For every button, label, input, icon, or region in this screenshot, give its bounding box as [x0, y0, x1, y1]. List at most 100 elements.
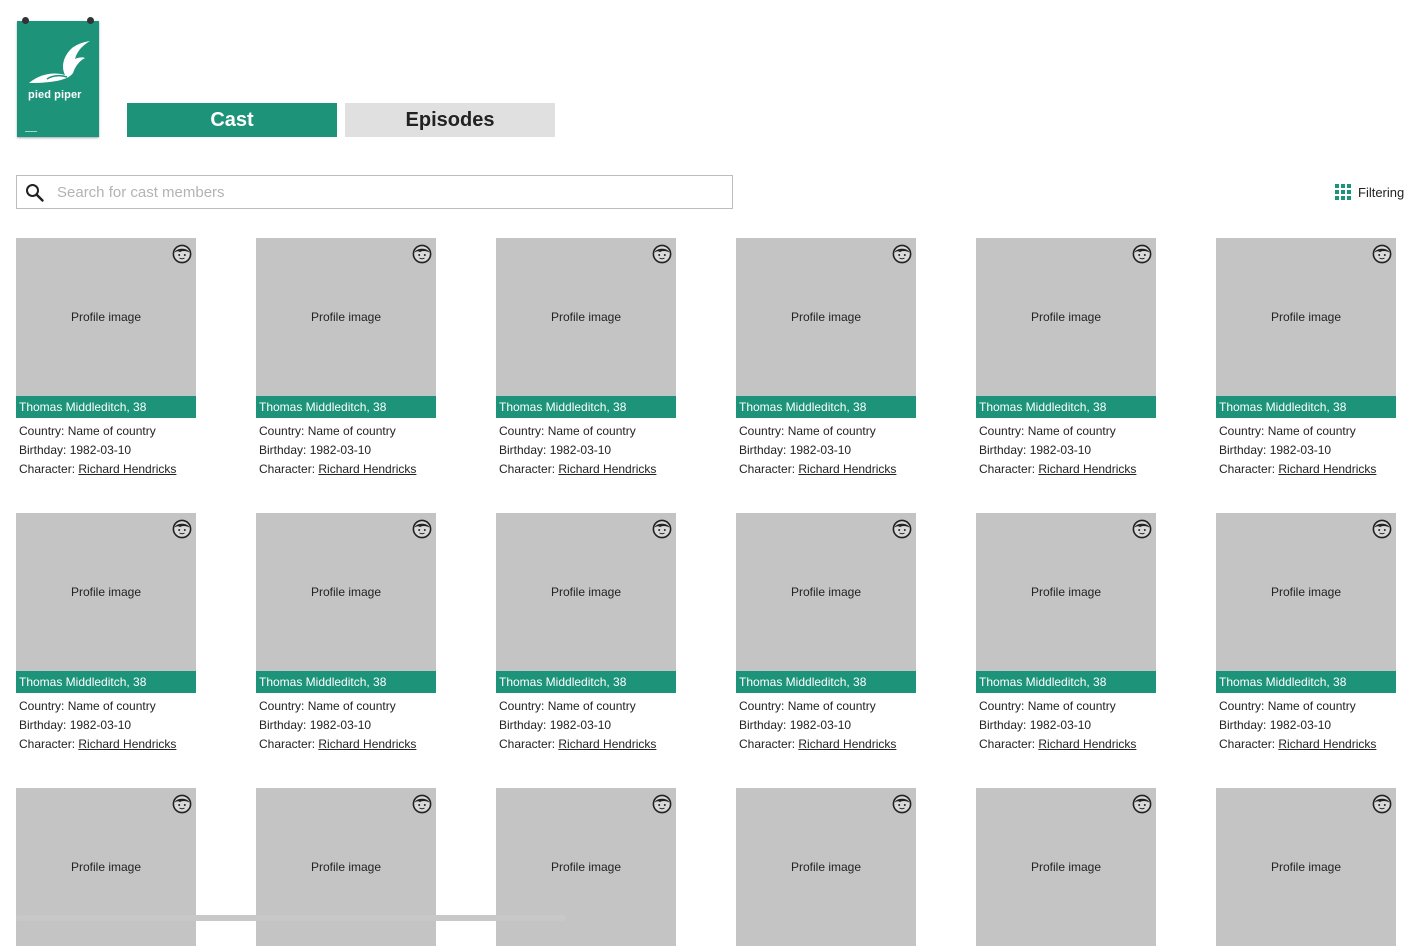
country-label: Country:: [499, 424, 548, 438]
character-link[interactable]: Richard Hendricks: [318, 462, 416, 476]
profile-image: Profile image: [736, 513, 916, 671]
character-label: Character:: [499, 462, 559, 476]
birthday-label: Birthday:: [739, 718, 790, 732]
cast-name: Thomas Middleditch, 38: [256, 396, 436, 418]
search-bar: [16, 175, 733, 209]
character-line: Character: Richard Hendricks: [979, 460, 1136, 479]
country-line: Country: Name of country: [259, 422, 416, 441]
profile-image-label: Profile image: [310, 860, 382, 874]
profile-image-label: Profile image: [1030, 310, 1102, 324]
character-label: Character:: [19, 462, 79, 476]
profile-image: Profile image: [16, 788, 196, 946]
character-link[interactable]: Richard Hendricks: [1278, 462, 1376, 476]
character-line: Character: Richard Hendricks: [19, 735, 176, 754]
profile-image-label: Profile image: [310, 310, 382, 324]
character-line: Character: Richard Hendricks: [1219, 460, 1376, 479]
character-line: Character: Richard Hendricks: [1219, 735, 1376, 754]
country-value: Name of country: [1267, 424, 1356, 438]
cast-info: Country: Name of country Birthday: 1982-0…: [259, 697, 416, 754]
face-icon: [172, 519, 192, 539]
country-line: Country: Name of country: [19, 422, 176, 441]
birthday-label: Birthday:: [1219, 718, 1270, 732]
country-line: Country: Name of country: [739, 422, 896, 441]
character-line: Character: Richard Hendricks: [739, 735, 896, 754]
character-link[interactable]: Richard Hendricks: [318, 737, 416, 751]
cast-info: Country: Name of country Birthday: 1982-0…: [259, 422, 416, 479]
tab-episodes[interactable]: Episodes: [345, 103, 555, 137]
cast-info: Country: Name of country Birthday: 1982-0…: [19, 422, 176, 479]
profile-image-label: Profile image: [790, 310, 862, 324]
profile-image-label: Profile image: [790, 585, 862, 599]
profile-image: Profile image: [496, 238, 676, 396]
country-label: Country:: [259, 424, 308, 438]
birthday-label: Birthday:: [19, 718, 70, 732]
cast-name: Thomas Middleditch, 38: [736, 671, 916, 693]
country-label: Country:: [19, 424, 68, 438]
birthday-value: 1982-03-10: [789, 718, 852, 732]
birthday-line: Birthday: 1982-03-10: [259, 441, 416, 460]
character-link[interactable]: Richard Hendricks: [78, 462, 176, 476]
character-label: Character:: [979, 737, 1039, 751]
face-icon: [1132, 794, 1152, 814]
character-label: Character:: [739, 462, 799, 476]
profile-image-label: Profile image: [70, 310, 142, 324]
face-icon: [412, 794, 432, 814]
character-label: Character:: [259, 737, 319, 751]
character-link[interactable]: Richard Hendricks: [1038, 737, 1136, 751]
profile-image: Profile image: [496, 788, 676, 946]
cast-info: Country: Name of country Birthday: 1982-0…: [979, 422, 1136, 479]
profile-image-label: Profile image: [550, 585, 622, 599]
country-label: Country:: [739, 424, 788, 438]
birthday-value: 1982-03-10: [1269, 443, 1332, 457]
country-line: Country: Name of country: [739, 697, 896, 716]
face-icon: [652, 794, 672, 814]
face-icon: [892, 794, 912, 814]
country-label: Country:: [499, 699, 548, 713]
search-input[interactable]: [57, 176, 717, 208]
cast-name: Thomas Middleditch, 38: [256, 671, 436, 693]
country-line: Country: Name of country: [499, 422, 656, 441]
birthday-value: 1982-03-10: [1029, 718, 1092, 732]
cast-info: Country: Name of country Birthday: 1982-0…: [1219, 422, 1376, 479]
filter-button[interactable]: Filtering: [1335, 183, 1404, 201]
cast-info: Country: Name of country Birthday: 1982-0…: [979, 697, 1136, 754]
profile-image-label: Profile image: [1270, 585, 1342, 599]
horizontal-scrollbar[interactable]: [16, 915, 566, 921]
tab-cast[interactable]: Cast: [127, 103, 337, 137]
country-line: Country: Name of country: [979, 697, 1136, 716]
country-label: Country:: [979, 699, 1028, 713]
birthday-label: Birthday:: [979, 443, 1030, 457]
profile-image: Profile image: [1216, 238, 1396, 396]
profile-image: Profile image: [736, 238, 916, 396]
face-icon: [1372, 244, 1392, 264]
character-link[interactable]: Richard Hendricks: [798, 462, 896, 476]
country-line: Country: Name of country: [19, 697, 176, 716]
character-link[interactable]: Richard Hendricks: [558, 462, 656, 476]
profile-image: Profile image: [976, 513, 1156, 671]
character-link[interactable]: Richard Hendricks: [1278, 737, 1376, 751]
birthday-line: Birthday: 1982-03-10: [979, 441, 1136, 460]
profile-image: Profile image: [16, 513, 196, 671]
character-link[interactable]: Richard Hendricks: [78, 737, 176, 751]
profile-image-label: Profile image: [790, 860, 862, 874]
face-icon: [652, 244, 672, 264]
character-link[interactable]: Richard Hendricks: [798, 737, 896, 751]
country-line: Country: Name of country: [979, 422, 1136, 441]
character-label: Character:: [739, 737, 799, 751]
character-link[interactable]: Richard Hendricks: [1038, 462, 1136, 476]
country-value: Name of country: [1267, 699, 1356, 713]
face-icon: [172, 244, 192, 264]
country-value: Name of country: [787, 424, 876, 438]
birthday-label: Birthday:: [499, 443, 550, 457]
cast-info: Country: Name of country Birthday: 1982-0…: [1219, 697, 1376, 754]
face-icon: [412, 244, 432, 264]
country-label: Country:: [259, 699, 308, 713]
character-link[interactable]: Richard Hendricks: [558, 737, 656, 751]
profile-image: Profile image: [1216, 788, 1396, 946]
character-label: Character:: [19, 737, 79, 751]
country-line: Country: Name of country: [1219, 422, 1376, 441]
country-label: Country:: [1219, 424, 1268, 438]
profile-image: Profile image: [736, 788, 916, 946]
cast-info: Country: Name of country Birthday: 1982-0…: [19, 697, 176, 754]
character-label: Character:: [979, 462, 1039, 476]
